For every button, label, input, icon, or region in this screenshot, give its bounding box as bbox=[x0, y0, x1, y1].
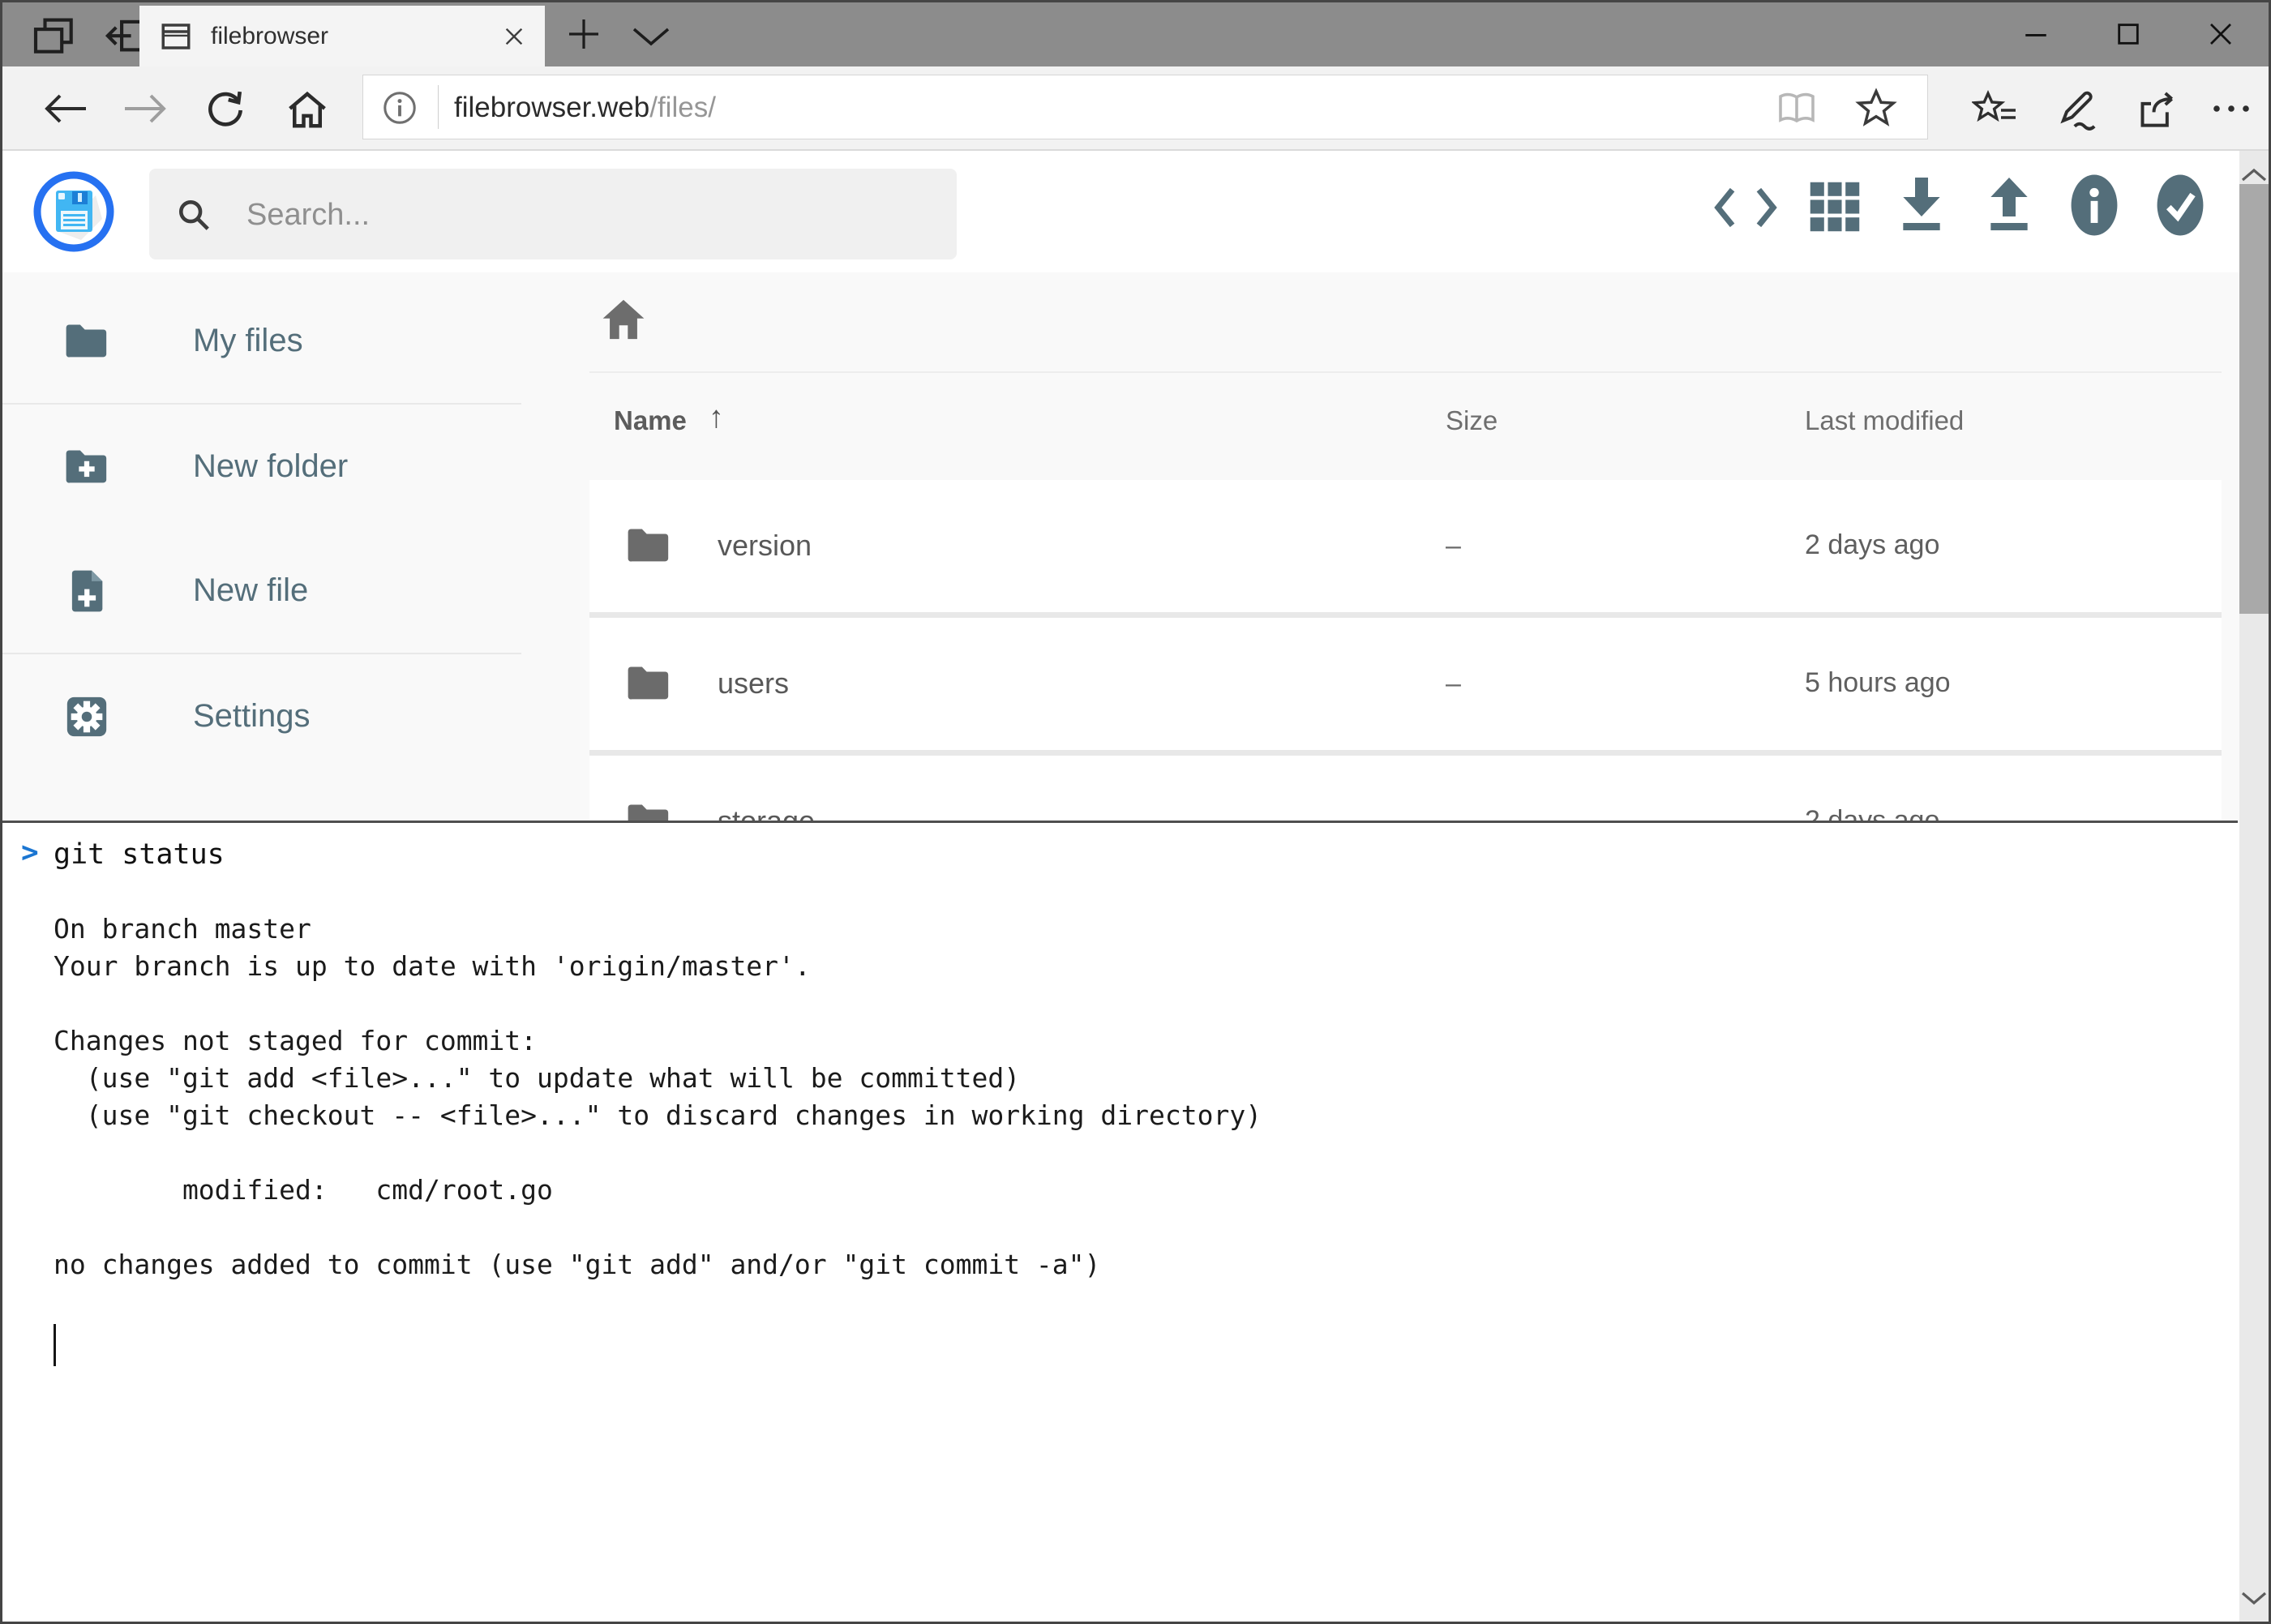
tab-title: filebrowser bbox=[211, 23, 328, 50]
terminal-line bbox=[54, 1134, 2238, 1172]
file-size: – bbox=[1446, 530, 1461, 562]
file-size: – bbox=[1446, 668, 1461, 700]
sidebar-item-label: New file bbox=[193, 572, 308, 609]
download-icon[interactable] bbox=[1896, 175, 1947, 238]
upload-icon[interactable] bbox=[1983, 175, 2035, 238]
search-input[interactable] bbox=[245, 169, 937, 261]
add-favorite-star-icon[interactable] bbox=[1855, 87, 1897, 129]
browser-window: filebrowser bbox=[0, 0, 2271, 1624]
scrollbar-thumb[interactable] bbox=[2239, 184, 2269, 614]
terminal-line: Changes not staged for commit: bbox=[54, 1022, 2238, 1060]
info-icon[interactable] bbox=[2069, 172, 2119, 238]
home-button[interactable] bbox=[285, 89, 334, 128]
site-info-icon[interactable] bbox=[381, 89, 418, 126]
terminal-line bbox=[54, 1283, 2238, 1321]
settings-ellipsis-icon[interactable] bbox=[2207, 99, 2256, 138]
terminal-cursor-line bbox=[54, 1321, 2238, 1373]
back-button[interactable] bbox=[41, 89, 89, 128]
url-path: /files/ bbox=[649, 92, 716, 123]
maximize-button[interactable] bbox=[2102, 18, 2155, 50]
terminal-line: (use "git add <file>..." to update what … bbox=[54, 1060, 2238, 1097]
file-name: version bbox=[718, 529, 812, 563]
terminal-command: git status bbox=[54, 838, 225, 871]
sidebar-item-new-file[interactable]: New file bbox=[0, 529, 521, 653]
browser-tab[interactable]: filebrowser bbox=[139, 6, 545, 66]
tab-close-button[interactable] bbox=[498, 20, 530, 53]
folder-icon bbox=[625, 663, 672, 704]
grid-view-icon[interactable] bbox=[1808, 180, 1862, 234]
search-icon bbox=[175, 196, 212, 234]
file-list: version – 2 days ago users – 5 hours ago… bbox=[589, 480, 2222, 821]
terminal-line: On branch master bbox=[54, 911, 2238, 948]
tab-preview-icon[interactable] bbox=[29, 16, 79, 54]
web-note-pen-icon[interactable] bbox=[2053, 88, 2102, 126]
file-modified: 2 days ago bbox=[1805, 529, 1939, 561]
minimize-button[interactable] bbox=[2009, 18, 2063, 50]
file-name: users bbox=[718, 666, 789, 701]
terminal-line: (use "git checkout -- <file>..." to disc… bbox=[54, 1097, 2238, 1134]
file-size: – bbox=[1446, 806, 1461, 821]
search-bar[interactable] bbox=[149, 169, 957, 259]
listing-divider bbox=[589, 371, 2222, 373]
url-text: filebrowser.web/files/ bbox=[454, 92, 716, 124]
sidebar-item-settings[interactable]: Settings bbox=[0, 654, 521, 778]
scroll-down-icon[interactable] bbox=[2239, 1580, 2269, 1616]
address-bar[interactable]: filebrowser.web/files/ bbox=[362, 75, 1928, 139]
sidebar-item-label: Settings bbox=[193, 698, 311, 735]
folder-icon bbox=[63, 321, 110, 362]
file-row-storage[interactable]: storage – 2 days ago bbox=[589, 756, 2222, 821]
tab-favicon bbox=[159, 19, 193, 54]
sort-ascending-icon[interactable]: ↑ bbox=[709, 401, 724, 435]
filebrowser-logo bbox=[31, 169, 117, 255]
window-close-button[interactable] bbox=[2194, 18, 2247, 50]
sidebar-item-label: New folder bbox=[193, 448, 348, 485]
address-divider bbox=[438, 85, 439, 129]
column-header-name[interactable]: Name bbox=[614, 405, 687, 436]
raw-editor-code-icon[interactable] bbox=[1712, 185, 1779, 230]
file-modified: 5 hours ago bbox=[1805, 667, 1951, 699]
terminal-line: Your branch is up to date with 'origin/m… bbox=[54, 948, 2238, 985]
page-scrollbar[interactable] bbox=[2239, 151, 2269, 1624]
column-header-last-modified[interactable]: Last modified bbox=[1805, 405, 1964, 436]
tab-list-chevron-icon[interactable] bbox=[631, 26, 671, 47]
file-row-version[interactable]: version – 2 days ago bbox=[589, 480, 2222, 612]
refresh-button[interactable] bbox=[203, 88, 251, 126]
terminal-prompt-line: >git status bbox=[54, 836, 2238, 873]
reading-view-icon[interactable] bbox=[1776, 90, 1818, 126]
column-header-size[interactable]: Size bbox=[1446, 405, 1498, 436]
breadcrumb-home-icon[interactable] bbox=[600, 297, 647, 342]
sidebar-item-my-files[interactable]: My files bbox=[0, 279, 521, 403]
terminal-line: modified: cmd/root.go bbox=[54, 1172, 2238, 1209]
folder-icon bbox=[625, 525, 672, 566]
settings-gear-icon bbox=[63, 693, 110, 740]
terminal-line bbox=[54, 873, 2238, 911]
sidebar-item-new-folder[interactable]: New folder bbox=[0, 405, 521, 529]
terminal-line bbox=[54, 1209, 2238, 1246]
prompt-chevron-icon: > bbox=[21, 834, 39, 872]
terminal-line: no changes added to commit (use "git add… bbox=[54, 1246, 2238, 1283]
sidebar-item-label: My files bbox=[193, 323, 303, 359]
share-icon[interactable] bbox=[2134, 88, 2183, 126]
terminal-line bbox=[54, 985, 2238, 1022]
forward-button[interactable] bbox=[122, 89, 170, 128]
app-body: My files New folder New file bbox=[0, 272, 2271, 821]
file-row-users[interactable]: users – 5 hours ago bbox=[589, 618, 2222, 750]
file-modified: 2 days ago bbox=[1805, 805, 1939, 821]
new-file-icon bbox=[63, 568, 110, 615]
new-tab-button[interactable] bbox=[559, 16, 608, 52]
new-folder-icon bbox=[63, 447, 110, 487]
check-circle-icon[interactable] bbox=[2155, 172, 2205, 238]
url-host: filebrowser.web bbox=[454, 92, 649, 123]
file-name: storage bbox=[718, 804, 815, 821]
browser-navbar: filebrowser.web/files/ bbox=[0, 66, 2271, 151]
titlebar: filebrowser bbox=[0, 0, 2271, 66]
filebrowser-header bbox=[0, 151, 2271, 272]
folder-icon bbox=[625, 801, 672, 821]
favorites-hub-icon[interactable] bbox=[1972, 88, 2020, 126]
terminal-cursor bbox=[54, 1324, 56, 1366]
terminal-panel[interactable]: >git status On branch master Your branch… bbox=[0, 821, 2238, 1624]
